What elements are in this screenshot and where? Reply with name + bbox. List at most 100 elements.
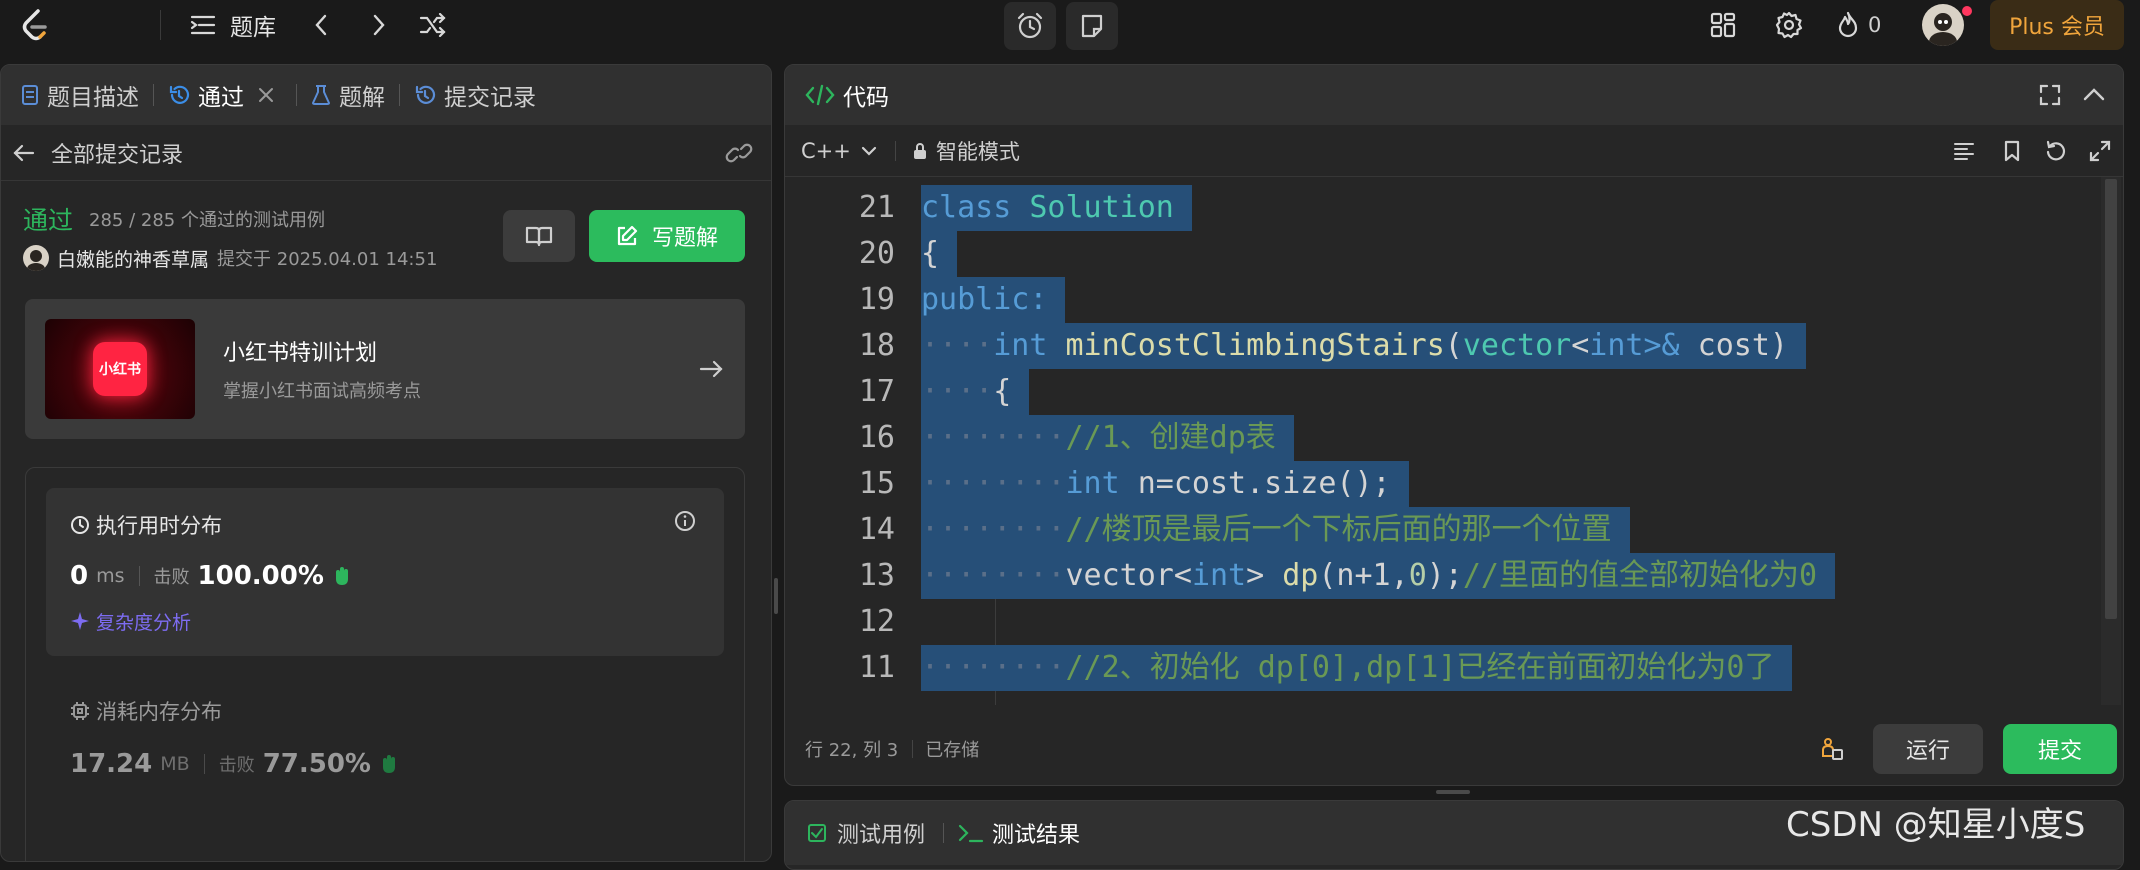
info-icon[interactable] bbox=[674, 510, 696, 532]
code-token: int bbox=[1589, 328, 1644, 363]
clap-icon bbox=[335, 567, 348, 585]
problem-list-button[interactable]: 题库 bbox=[190, 4, 276, 46]
bookmark-icon[interactable] bbox=[2003, 140, 2021, 162]
code-line: 21 class Solution bbox=[785, 185, 2095, 231]
run-button[interactable]: 运行 bbox=[1873, 724, 1983, 774]
vertical-scrollbar[interactable] bbox=[2101, 177, 2121, 705]
layout-icon[interactable] bbox=[1702, 4, 1744, 46]
line-number: 19 bbox=[858, 282, 895, 317]
problem-list-label: 题库 bbox=[230, 15, 276, 41]
timer-button[interactable] bbox=[1004, 2, 1056, 50]
flask-icon bbox=[312, 85, 330, 105]
watermark: CSDN @知星小度S bbox=[1786, 805, 2086, 845]
complexity-analysis-link[interactable]: 复杂度分析 bbox=[70, 606, 191, 636]
submit-button[interactable]: 提交 bbox=[2003, 724, 2117, 774]
write-solution-button[interactable]: 写题解 bbox=[589, 210, 745, 262]
notes-book-button[interactable] bbox=[503, 210, 575, 262]
code-text: { bbox=[921, 231, 958, 277]
list-icon bbox=[190, 15, 216, 35]
checkbox-icon bbox=[808, 824, 826, 842]
streak-count: 0 bbox=[1868, 13, 1882, 37]
memory-beat-label: 击败 bbox=[218, 755, 255, 776]
divider bbox=[138, 566, 140, 586]
indent-dots: ········ bbox=[921, 558, 1066, 593]
reset-icon[interactable] bbox=[2045, 140, 2067, 162]
code-line: 19 public: bbox=[785, 277, 2095, 323]
share-link-icon[interactable] bbox=[725, 142, 753, 164]
notes-button[interactable] bbox=[1066, 2, 1118, 50]
prev-problem-icon[interactable] bbox=[300, 4, 342, 46]
all-submissions-link[interactable]: 全部提交记录 bbox=[51, 137, 183, 169]
promo-subtitle: 掌握小红书面试高频考点 bbox=[223, 381, 421, 402]
code-token: ( bbox=[1444, 328, 1463, 363]
editor-status-bar: 行 22, 列 3 已存储 运行 提交 bbox=[785, 713, 2123, 785]
shuffle-icon[interactable] bbox=[412, 4, 454, 46]
plus-membership-button[interactable]: Plus 会员 bbox=[1990, 0, 2124, 50]
tab-separator bbox=[943, 823, 945, 843]
chevron-up-icon[interactable] bbox=[2083, 87, 2105, 101]
line-number: 11 bbox=[858, 650, 895, 685]
code-comment: //里面的值全部初始化为0 bbox=[1462, 558, 1818, 593]
code-token: > bbox=[1246, 558, 1265, 593]
promo-card[interactable]: 小红书 小红书特训计划 掌握小红书面试高频考点 bbox=[25, 299, 745, 439]
code-token: ) bbox=[1769, 328, 1788, 363]
code-token: public: bbox=[921, 282, 1048, 317]
arrow-right-icon bbox=[699, 360, 723, 378]
divider bbox=[160, 10, 161, 40]
author-avatar[interactable] bbox=[23, 245, 49, 271]
book-open-icon bbox=[525, 226, 553, 247]
avatar[interactable] bbox=[1922, 4, 1964, 46]
format-code-icon[interactable] bbox=[1953, 141, 1975, 161]
tab-description[interactable]: 题目描述 bbox=[7, 65, 153, 125]
streak-counter[interactable]: 0 bbox=[1836, 4, 1881, 46]
fullscreen-icon[interactable] bbox=[2039, 84, 2061, 106]
tab-solutions[interactable]: 题解 bbox=[297, 65, 399, 125]
code-tab-title[interactable]: 代码 bbox=[843, 78, 889, 112]
debug-bug-icon[interactable] bbox=[1819, 736, 1845, 762]
next-problem-icon[interactable] bbox=[358, 4, 400, 46]
horizontal-splitter-handle[interactable] bbox=[1436, 790, 1470, 794]
promo-logo-text: 小红书 bbox=[99, 362, 141, 378]
tab-description-label: 题目描述 bbox=[47, 85, 139, 111]
expand-icon[interactable] bbox=[2089, 140, 2111, 162]
code-token: int bbox=[1065, 466, 1120, 501]
chevron-down-icon bbox=[861, 146, 876, 156]
code-line: 14 ········//楼顶是最后一个下标后面的那一个位置 bbox=[785, 507, 2095, 553]
author-name[interactable]: 白嫩能的神香草属 bbox=[57, 245, 209, 272]
memory-header[interactable]: 消耗内存分布 bbox=[70, 696, 222, 726]
back-arrow-icon[interactable] bbox=[13, 144, 35, 162]
code-token: (n+1, bbox=[1318, 558, 1409, 593]
code-token: 0 bbox=[1408, 558, 1427, 593]
history-icon bbox=[169, 85, 190, 104]
scrollbar-thumb[interactable] bbox=[2105, 179, 2117, 619]
runtime-card[interactable]: 执行用时分布 0 ms 击败 100.00% 复杂度分析 bbox=[46, 488, 724, 656]
code-token: class bbox=[921, 190, 1012, 225]
smart-mode-toggle[interactable]: 智能模式 bbox=[912, 136, 1020, 166]
line-number: 18 bbox=[858, 328, 895, 363]
code-editor[interactable]: 21 class Solution 20 { 19 public: 18 ···… bbox=[785, 185, 2095, 705]
code-panel: 代码 C++ 智能模式 21 class Solution 20 { 19 pu… bbox=[784, 64, 2124, 786]
alarm-clock-icon bbox=[1017, 12, 1043, 39]
submission-panel: 题目描述 通过 题解 提交记录 全部提交记录 通过 285 / 285 个通过的… bbox=[0, 64, 772, 862]
tab-accepted[interactable]: 通过 bbox=[154, 65, 296, 125]
leetcode-logo-icon[interactable] bbox=[14, 4, 56, 46]
clap-icon bbox=[382, 755, 395, 773]
tab-test-result-label: 测试结果 bbox=[992, 823, 1081, 848]
code-line: 18 ····int minCostClimbingStairs(vector<… bbox=[785, 323, 2095, 369]
vertical-splitter-handle[interactable] bbox=[774, 578, 778, 614]
code-line: 11 ········//2、初始化 dp[0],dp[1]已经在前面初始化为0… bbox=[785, 645, 2095, 691]
settings-gear-icon[interactable] bbox=[1768, 4, 1810, 46]
line-number: 17 bbox=[858, 374, 895, 409]
lock-icon bbox=[913, 142, 926, 159]
close-icon[interactable] bbox=[258, 87, 274, 103]
language-select[interactable]: C++ bbox=[801, 139, 877, 163]
run-label: 运行 bbox=[1905, 739, 1950, 764]
code-token: cost bbox=[1697, 328, 1770, 363]
tab-test-result[interactable]: 测试结果 bbox=[958, 817, 1080, 849]
line-number: 20 bbox=[858, 236, 895, 271]
tab-submissions[interactable]: 提交记录 bbox=[400, 65, 550, 125]
write-solution-label: 写题解 bbox=[651, 226, 718, 251]
runtime-unit: ms bbox=[96, 565, 125, 587]
tab-testcase[interactable]: 测试用例 bbox=[807, 817, 925, 849]
code-token: Solution bbox=[1029, 190, 1174, 225]
